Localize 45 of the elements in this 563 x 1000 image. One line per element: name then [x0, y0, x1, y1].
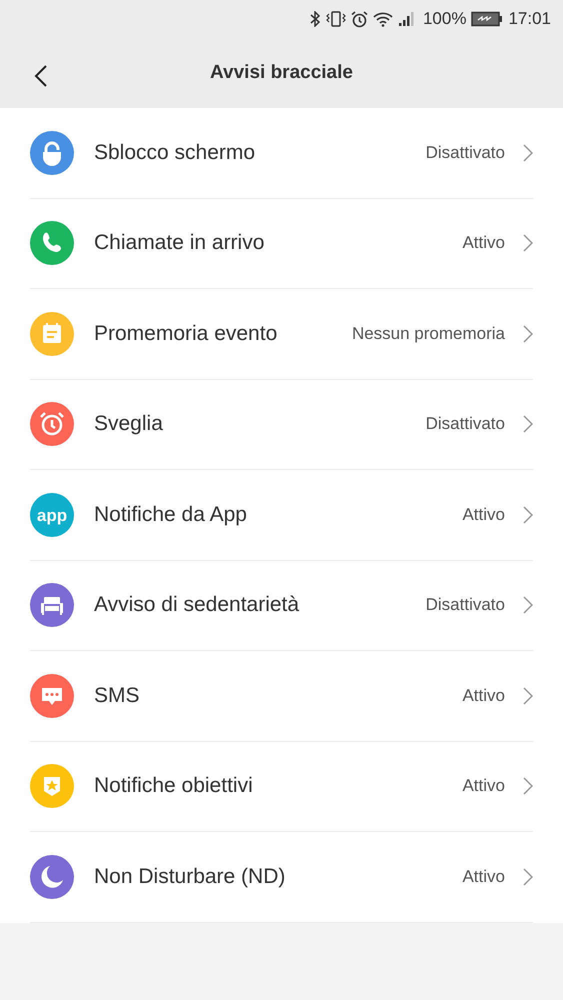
chevron-icon — [523, 596, 533, 614]
alarm-icon — [350, 10, 368, 28]
settings-row[interactable]: Sveglia Disattivato — [30, 380, 533, 470]
row-label: Avviso di sedentarietà — [94, 593, 300, 618]
settings-row[interactable]: app Notifiche da App Attivo — [30, 470, 533, 560]
vibrate-icon — [326, 11, 346, 27]
row-value: Attivo — [462, 776, 505, 796]
battery-icon — [471, 11, 504, 27]
chevron-icon — [523, 686, 533, 705]
row-value: Attivo — [462, 686, 505, 706]
row-label: Sblocco schermo — [94, 140, 256, 165]
settings-row[interactable]: Avviso di sedentarietà Disattivato — [30, 560, 533, 651]
battery-percentage: 100% — [422, 9, 466, 29]
row-value: Disattivato — [426, 595, 505, 616]
chevron-icon — [523, 234, 533, 252]
row-label: Notifiche da App — [94, 502, 248, 527]
settings-row[interactable]: Promemoria evento Nessun promemoria — [30, 289, 533, 380]
settings-row[interactable]: Notifiche obiettivi Attivo — [30, 742, 533, 832]
row-value: Disattivato — [426, 414, 505, 434]
chevron-icon — [523, 324, 533, 343]
row-value: Attivo — [462, 504, 505, 525]
chevron-icon — [523, 868, 533, 886]
chevron-icon — [523, 415, 533, 434]
settings-row[interactable]: Sblocco schermo Disattivato — [30, 108, 533, 198]
row-label: Sveglia — [94, 412, 164, 436]
row-value: Attivo — [462, 866, 505, 887]
settings-row[interactable]: Non Disturbare (ND) Attivo — [30, 832, 533, 922]
row-label: Promemoria evento — [94, 322, 278, 346]
page-title: Avvisi bracciale — [210, 62, 353, 84]
chevron-icon — [523, 777, 533, 796]
row-label: Notifiche obiettivi — [94, 774, 254, 798]
clock: 17:01 — [508, 9, 551, 29]
row-value: Nessun promemoria — [352, 324, 505, 344]
wifi-icon — [372, 11, 393, 27]
settings-row[interactable]: SMS Attivo — [30, 651, 533, 742]
bluetooth-icon — [308, 11, 321, 27]
chevron-icon — [523, 144, 533, 162]
app-icon: app — [30, 492, 74, 537]
row-label: Non Disturbare (ND) — [94, 864, 286, 889]
settings-row[interactable]: Chiamate in arrivo Attivo — [30, 198, 533, 289]
row-value: Attivo — [462, 233, 505, 254]
row-value: Disattivato — [426, 142, 505, 163]
row-label: Chiamate in arrivo — [94, 231, 266, 256]
row-label: SMS — [94, 684, 141, 708]
chevron-icon — [523, 506, 533, 524]
